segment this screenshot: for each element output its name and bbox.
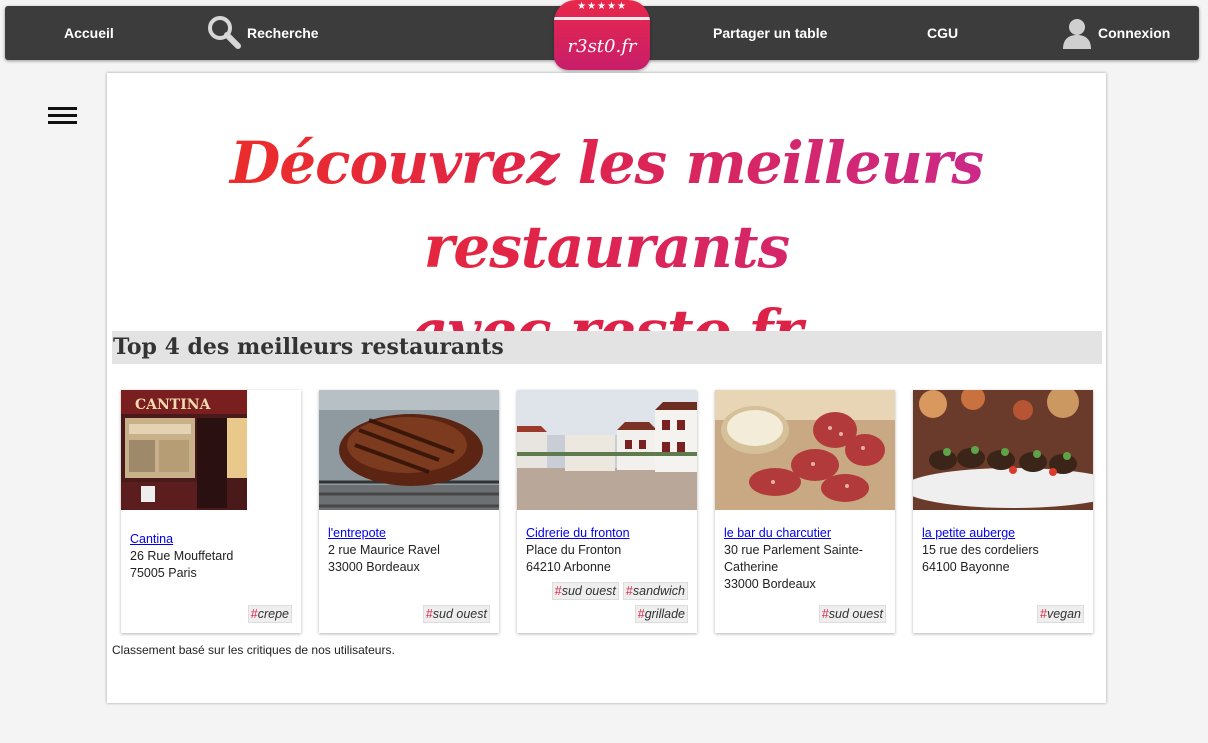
restaurant-tags: #sud ouest #sandwich#grillade — [528, 577, 688, 623]
restaurant-card: l'entrepote 2 rue Maurice Ravel 33000 Bord… — [319, 390, 499, 633]
restaurant-address: Place du Fronton — [526, 543, 622, 557]
main-content: Découvrez les meilleurs restaurants avec… — [107, 73, 1106, 703]
restaurant-tags: #crepe — [132, 600, 292, 623]
section-title-text: Top 4 des meilleurs restaurants — [113, 334, 504, 360]
restaurant-name-link[interactable]: Cantina — [130, 532, 173, 546]
restaurant-info: la petite auberge 15 rue des cordeliers 64… — [922, 525, 1087, 576]
restaurant-city: 75005 Paris — [130, 566, 197, 580]
tag-label: sud ouest — [432, 607, 487, 621]
tag-badge[interactable]: #grillade — [634, 605, 688, 623]
nav-terms-label: CGU — [927, 25, 959, 41]
restaurant-address: 15 rue des cordeliers — [922, 543, 1039, 557]
restaurant-name-link[interactable]: Cidrerie du fronton — [526, 526, 630, 540]
tag-badge[interactable]: #sandwich — [622, 582, 688, 600]
tag-hash: # — [250, 607, 258, 621]
tag-hash: # — [425, 607, 433, 621]
tag-label: vegan — [1046, 607, 1081, 621]
svg-text:CANTINA: CANTINA — [135, 397, 212, 413]
restaurant-address: 26 Rue Mouffetard — [130, 549, 234, 563]
restaurant-card: CANTINA Cantina 26 Rue Mouffetard 75005 Pa… — [121, 390, 301, 633]
tag-hash: # — [637, 607, 645, 621]
tag-hash: # — [821, 607, 829, 621]
nav-home-link[interactable]: Accueil — [64, 6, 114, 60]
restaurant-name-link[interactable]: la petite auberge — [922, 526, 1015, 540]
restaurant-city: 33000 Bordeaux — [724, 577, 816, 591]
nav-login-label: Connexion — [1098, 25, 1171, 41]
restaurant-info: Cantina 26 Rue Mouffetard 75005 Paris — [130, 531, 295, 582]
nav-login-link[interactable]: Connexion — [1060, 6, 1170, 60]
restaurant-tags: #sud ouest — [726, 600, 886, 623]
restaurant-photo: CANTINA — [121, 390, 301, 516]
tag-badge[interactable]: #sud ouest — [551, 582, 619, 600]
restaurant-city: 33000 Bordeaux — [328, 560, 420, 574]
restaurant-card: Cidrerie du fronton Place du Fronton 64210… — [517, 390, 697, 633]
restaurant-tags: #vegan — [924, 600, 1084, 623]
tag-label: sud ouest — [561, 584, 616, 598]
restaurant-info: l'entrepote 2 rue Maurice Ravel 33000 Bord… — [328, 525, 493, 576]
tag-hash: # — [554, 584, 562, 598]
restaurant-city: 64210 Arbonne — [526, 560, 611, 574]
tag-hash: # — [625, 584, 633, 598]
search-icon — [205, 14, 243, 52]
site-logo[interactable]: ★★★★★ r3st0.fr — [554, 0, 650, 70]
tag-badge[interactable]: #sud ouest — [818, 605, 886, 623]
tag-label: grillade — [644, 607, 685, 621]
restaurant-address: 30 rue Parlement Sainte-Catherine — [724, 543, 863, 574]
nav-search-link[interactable]: Recherche — [205, 6, 319, 60]
logo-stars: ★★★★★ — [577, 1, 627, 12]
nav-share-link[interactable]: Partager un table — [713, 6, 827, 60]
nav-home-label: Accueil — [64, 25, 114, 41]
restaurant-card: la petite auberge 15 rue des cordeliers 64… — [913, 390, 1093, 633]
restaurant-info: Cidrerie du fronton Place du Fronton 64210… — [526, 525, 691, 576]
logo-divider — [554, 17, 650, 20]
tag-badge[interactable]: #vegan — [1036, 605, 1084, 623]
restaurant-name-link[interactable]: l'entrepote — [328, 526, 386, 540]
restaurant-address: 2 rue Maurice Ravel — [328, 543, 440, 557]
restaurant-name-link[interactable]: le bar du charcutier — [724, 526, 831, 540]
restaurant-photo — [319, 390, 499, 510]
tag-badge[interactable]: #crepe — [247, 605, 292, 623]
tag-badge[interactable]: #sud ouest — [422, 605, 490, 623]
tag-label: crepe — [257, 607, 289, 621]
tag-label: sud ouest — [828, 607, 883, 621]
hamburger-menu-icon[interactable] — [48, 107, 77, 125]
ranking-footnote: Classement basé sur les critiques de nos… — [112, 643, 395, 657]
restaurant-photo — [715, 390, 895, 510]
user-avatar-icon — [1060, 16, 1094, 50]
hero-line-1: Découvrez les meilleurs restaurants — [107, 121, 1106, 289]
restaurant-tags: #sud ouest — [330, 600, 490, 623]
section-title: Top 4 des meilleurs restaurants — [112, 331, 1102, 364]
restaurant-city: 64100 Bayonne — [922, 560, 1010, 574]
restaurant-card: le bar du charcutier 30 rue Parlement Sai… — [715, 390, 895, 633]
logo-name: r3st0.fr — [567, 36, 637, 57]
restaurant-photo — [517, 390, 697, 510]
tag-hash: # — [1039, 607, 1047, 621]
tag-label: sandwich — [632, 584, 685, 598]
restaurant-info: le bar du charcutier 30 rue Parlement Sai… — [724, 525, 889, 593]
restaurant-photo — [913, 390, 1093, 510]
nav-search-label: Recherche — [247, 25, 319, 41]
nav-terms-link[interactable]: CGU — [927, 6, 958, 60]
nav-share-label: Partager un table — [713, 25, 828, 41]
